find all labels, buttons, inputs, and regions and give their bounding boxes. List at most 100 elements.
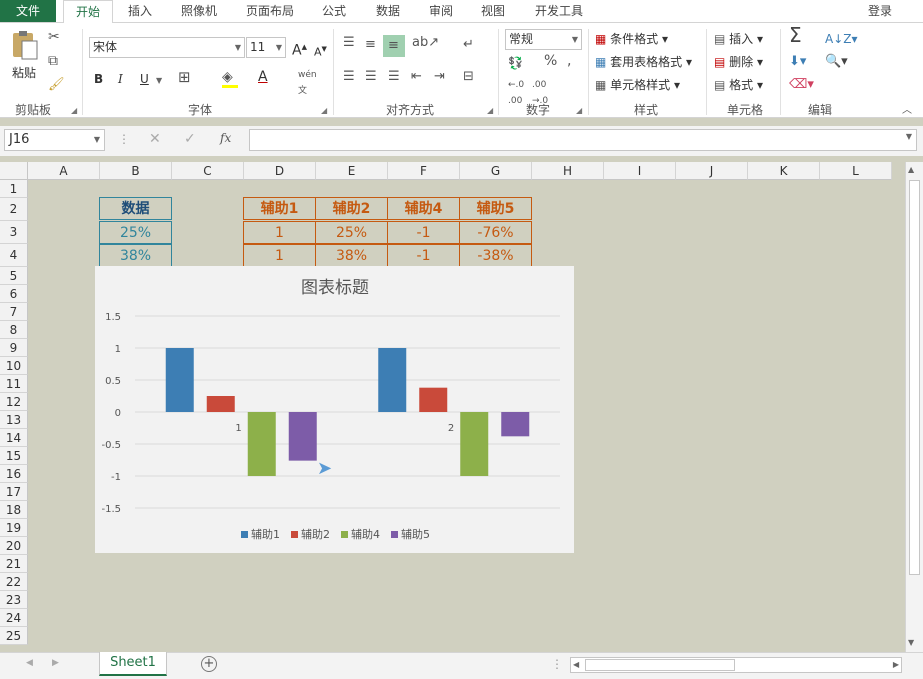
prev-sheet-icon[interactable]: ◀	[26, 658, 33, 668]
bar-辅助4-cat-1[interactable]	[247, 412, 276, 476]
column-header-g[interactable]: G	[460, 162, 532, 180]
row-header-20[interactable]: 20	[0, 537, 28, 555]
row-header-25[interactable]: 25	[0, 627, 28, 645]
font-size-combo[interactable]: 11 ▼	[246, 37, 286, 58]
cell-f4[interactable]: -1	[387, 244, 460, 267]
font-color-icon[interactable]: A	[258, 69, 268, 85]
column-header-e[interactable]: E	[316, 162, 388, 180]
cell-e4[interactable]: 38%	[315, 244, 388, 267]
row-header-6[interactable]: 6	[0, 285, 28, 303]
row-header-14[interactable]: 14	[0, 429, 28, 447]
bar-辅助5-cat-2[interactable]	[501, 412, 530, 437]
row-header-5[interactable]: 5	[0, 267, 28, 285]
cancel-icon[interactable]: ✕	[149, 131, 161, 147]
italic-icon[interactable]: I	[118, 71, 123, 87]
column-header-h[interactable]: H	[532, 162, 604, 180]
sort-filter-icon[interactable]: A↓Z▾	[825, 31, 858, 47]
currency-icon[interactable]: 💱	[508, 55, 523, 71]
row-header-7[interactable]: 7	[0, 303, 28, 321]
row-header-15[interactable]: 15	[0, 447, 28, 465]
shrink-font-icon[interactable]: A▼	[314, 41, 327, 61]
cell-d4[interactable]: 1	[243, 244, 316, 267]
dialog-launcher-icon[interactable]: ◢	[321, 103, 327, 119]
bold-icon[interactable]: B	[94, 71, 103, 87]
row-header-16[interactable]: 16	[0, 465, 28, 483]
column-header-a[interactable]: A	[28, 162, 100, 180]
number-format-combo[interactable]: 常规 ▼	[505, 29, 582, 50]
align-right-icon[interactable]: ☰	[388, 69, 400, 85]
fill-icon[interactable]: ⬇▾	[789, 54, 806, 70]
dialog-launcher-icon[interactable]: ◢	[576, 103, 582, 119]
fill-color-icon[interactable]: ◈	[222, 69, 233, 85]
login-link[interactable]: 登录	[860, 0, 900, 22]
percent-icon[interactable]: %	[544, 53, 557, 69]
row-header-24[interactable]: 24	[0, 609, 28, 627]
find-select-icon[interactable]: 🔍▾	[825, 54, 848, 70]
cell-f3[interactable]: -1	[387, 221, 460, 244]
align-center-icon[interactable]: ☰	[365, 69, 377, 85]
cell-b2-header[interactable]: 数据	[99, 197, 172, 220]
conditional-format-button[interactable]: ▦ 条件格式 ▾	[595, 31, 668, 47]
scroll-left-icon[interactable]: ◀	[573, 660, 579, 669]
tab-developer[interactable]: 开发工具	[525, 0, 593, 22]
row-header-21[interactable]: 21	[0, 555, 28, 573]
row-header-23[interactable]: 23	[0, 591, 28, 609]
insert-function-icon[interactable]: fx	[220, 131, 231, 145]
wrap-text-icon[interactable]: ↵	[463, 37, 474, 53]
copy-icon[interactable]: ⧉	[48, 53, 58, 69]
horizontal-scrollbar[interactable]: ◀ ▶	[570, 657, 902, 673]
scroll-up-icon[interactable]: ▲	[908, 165, 914, 174]
horizontal-scroll-thumb[interactable]	[585, 659, 735, 671]
column-header-j[interactable]: J	[676, 162, 748, 180]
bar-辅助4-cat-2[interactable]	[460, 412, 489, 476]
paste-button[interactable]	[10, 29, 42, 60]
font-name-combo[interactable]: 宋体 ▼	[89, 37, 245, 58]
format-cells-button[interactable]: ▤ 格式 ▾	[714, 77, 763, 93]
column-header-i[interactable]: I	[604, 162, 676, 180]
bar-辅助2-cat-1[interactable]	[206, 396, 235, 412]
row-header-2[interactable]: 2	[0, 198, 28, 221]
sheet-tab-sheet1[interactable]: Sheet1	[99, 652, 167, 676]
row-header-19[interactable]: 19	[0, 519, 28, 537]
cell-e2-header[interactable]: 辅助2	[315, 197, 388, 220]
column-header-b[interactable]: B	[100, 162, 172, 180]
column-header-k[interactable]: K	[748, 162, 820, 180]
tab-data[interactable]: 数据	[364, 0, 412, 22]
add-sheet-icon[interactable]: +	[201, 656, 217, 672]
autosum-icon[interactable]: Σ	[789, 25, 802, 45]
align-bottom-button[interactable]: ≡	[383, 35, 405, 57]
tab-review[interactable]: 审阅	[418, 0, 464, 22]
row-header-11[interactable]: 11	[0, 375, 28, 393]
vertical-scrollbar[interactable]: ▲ ▼	[905, 162, 923, 652]
phonetic-icon[interactable]: wén 文	[298, 67, 317, 99]
legend-entry[interactable]: 辅助4	[351, 527, 380, 541]
legend-entry[interactable]: 辅助1	[251, 527, 280, 541]
delete-cells-button[interactable]: ▤ 删除 ▾	[714, 54, 763, 70]
cell-f2-header[interactable]: 辅助4	[387, 197, 460, 220]
vertical-scroll-thumb[interactable]	[909, 180, 920, 575]
cell-d3[interactable]: 1	[243, 221, 316, 244]
cell-g4[interactable]: -38%	[459, 244, 532, 267]
clear-icon[interactable]: ⌫▾	[789, 77, 814, 93]
align-top-icon[interactable]: ☰	[343, 35, 355, 51]
row-header-10[interactable]: 10	[0, 357, 28, 375]
cell-g2-header[interactable]: 辅助5	[459, 197, 532, 220]
dialog-launcher-icon[interactable]: ◢	[487, 103, 493, 119]
merge-center-icon[interactable]: ⊟	[463, 69, 474, 85]
cell-g3[interactable]: -76%	[459, 221, 532, 244]
column-header-d[interactable]: D	[244, 162, 316, 180]
enter-icon[interactable]: ✓	[184, 131, 196, 147]
tab-page-layout[interactable]: 页面布局	[236, 0, 304, 22]
tab-camera[interactable]: 照像机	[170, 0, 228, 22]
cut-icon[interactable]: ✂	[48, 29, 60, 45]
chart-title[interactable]: 图表标题	[301, 278, 369, 298]
format-as-table-button[interactable]: ▦ 套用表格格式 ▾	[595, 54, 692, 70]
bar-辅助1-cat-1[interactable]	[165, 348, 194, 412]
row-header-4[interactable]: 4	[0, 244, 28, 267]
legend-entry[interactable]: 辅助2	[301, 527, 330, 541]
column-header-c[interactable]: C	[172, 162, 244, 180]
select-all-corner[interactable]	[0, 162, 28, 180]
row-header-17[interactable]: 17	[0, 483, 28, 501]
tab-formula[interactable]: 公式	[312, 0, 356, 22]
tab-file[interactable]: 文件	[0, 0, 56, 22]
